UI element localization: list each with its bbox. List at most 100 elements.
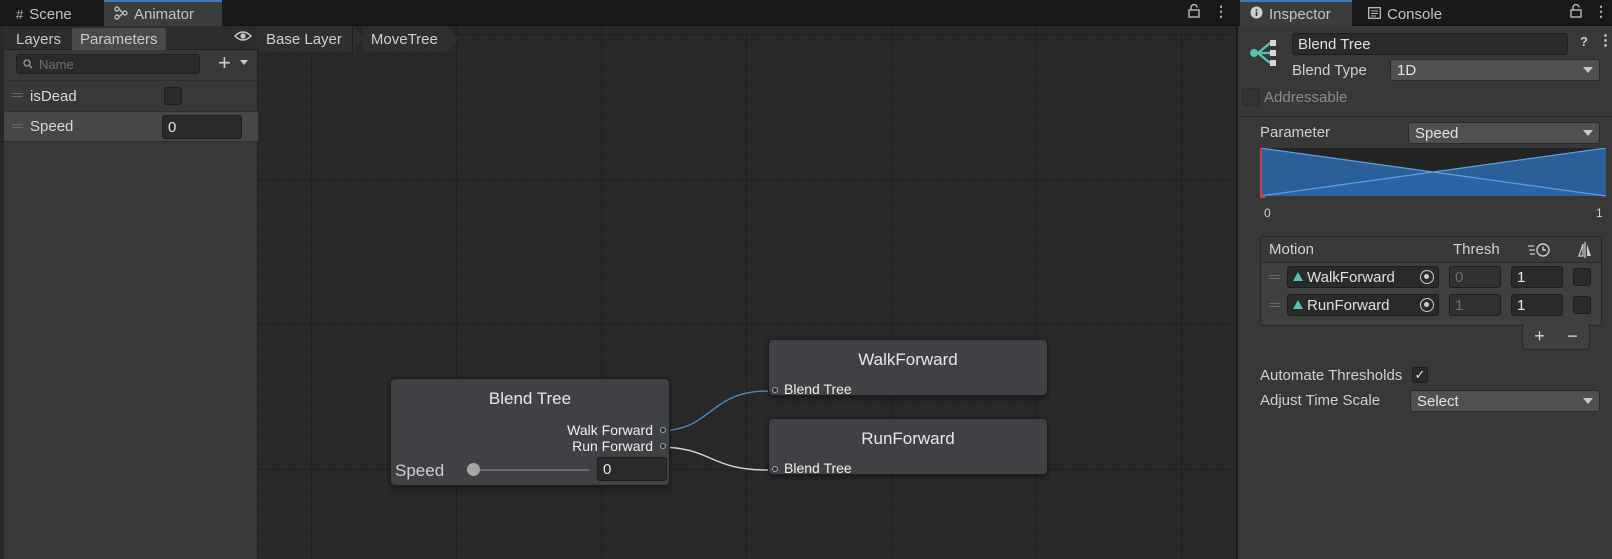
tab-inspector[interactable]: Inspector bbox=[1240, 0, 1352, 26]
runforward-node[interactable]: RunForward Blend Tree bbox=[768, 418, 1048, 476]
time-scale-field[interactable]: 1 bbox=[1511, 266, 1563, 288]
mirror-checkbox[interactable] bbox=[1573, 268, 1591, 286]
drag-handle-icon[interactable] bbox=[12, 93, 23, 97]
motion-list: Motion Thresh WalkForward 0 1 RunForward… bbox=[1260, 236, 1602, 326]
motion-object-field[interactable]: WalkForward bbox=[1287, 266, 1439, 288]
tab-console[interactable]: Console bbox=[1358, 2, 1452, 26]
more-menu-icon[interactable]: ⋮ bbox=[1594, 3, 1608, 20]
tab-animator-label: Animator bbox=[134, 5, 195, 23]
time-scale-field[interactable]: 1 bbox=[1511, 294, 1563, 316]
parameter-dropdown[interactable]: Speed bbox=[1408, 122, 1600, 144]
time-scale-value: 1 bbox=[1517, 268, 1526, 286]
tab-scene[interactable]: # Scene bbox=[6, 2, 82, 26]
parameter-float-field[interactable]: 0 bbox=[162, 115, 242, 139]
blend-type-value: 1D bbox=[1397, 61, 1417, 79]
blend-param-field[interactable]: 0 bbox=[597, 457, 667, 481]
animation-clip-icon bbox=[1292, 269, 1304, 286]
motion-list-header: Motion Thresh bbox=[1261, 237, 1601, 263]
input-port-icon[interactable] bbox=[772, 466, 778, 472]
motion-name: WalkForward bbox=[1307, 268, 1395, 286]
motion-list-footer: + − bbox=[1522, 324, 1590, 350]
blend-tree-icon bbox=[1248, 38, 1282, 72]
range-min-label: 0 bbox=[1264, 206, 1271, 220]
parameters-panel: Layers Parameters Name + isDead Speed 0 bbox=[4, 26, 258, 559]
threshold-value: 0 bbox=[1455, 268, 1464, 286]
motion-column-header: Motion bbox=[1269, 241, 1315, 258]
chevron-down-icon bbox=[1583, 67, 1593, 73]
chevron-down-icon[interactable] bbox=[240, 60, 248, 65]
blend-weight-graph[interactable] bbox=[1260, 148, 1606, 198]
object-picker-icon[interactable] bbox=[1420, 298, 1434, 312]
blend-tree-name: Blend Tree bbox=[1298, 35, 1371, 53]
adjust-time-scale-label: Adjust Time Scale bbox=[1260, 392, 1381, 409]
blend-tree-name-field[interactable]: Blend Tree bbox=[1292, 33, 1568, 55]
tab-layers[interactable]: Layers bbox=[8, 28, 69, 50]
parameter-label: Parameter bbox=[1260, 124, 1331, 141]
animation-clip-icon bbox=[1292, 297, 1304, 314]
help-icon[interactable]: ? bbox=[1580, 34, 1588, 49]
object-picker-icon[interactable] bbox=[1420, 270, 1434, 284]
add-motion-button[interactable]: + bbox=[1534, 326, 1545, 347]
output-port-icon[interactable] bbox=[660, 427, 666, 433]
walkforward-node[interactable]: WalkForward Blend Tree bbox=[768, 339, 1048, 397]
chevron-down-icon bbox=[1583, 130, 1593, 136]
adjust-time-scale-dropdown[interactable]: Select bbox=[1410, 390, 1600, 412]
time-scale-icon bbox=[1527, 242, 1551, 262]
parameter-search-input[interactable]: Name bbox=[16, 54, 200, 74]
tab-parameters[interactable]: Parameters bbox=[72, 28, 166, 50]
automate-thresholds-label: Automate Thresholds bbox=[1260, 367, 1403, 384]
lock-icon[interactable] bbox=[1570, 3, 1582, 21]
settings-menu-icon[interactable]: ⋮ bbox=[1598, 31, 1612, 49]
remove-motion-button[interactable]: − bbox=[1567, 326, 1578, 347]
tab-parameters-label: Parameters bbox=[80, 30, 158, 48]
parameter-name: Speed bbox=[30, 118, 74, 135]
add-parameter-button[interactable]: + bbox=[218, 50, 231, 76]
animator-graph[interactable]: Base Layer MoveTree Blend Tree Walk Forw… bbox=[258, 26, 1236, 559]
inspector-window: Inspector Console ⋮ Blend Tree ? ⋮ Blend… bbox=[1236, 0, 1612, 559]
info-icon bbox=[1250, 6, 1263, 23]
drag-handle-icon[interactable] bbox=[1269, 275, 1280, 279]
blend-param-slider-track[interactable] bbox=[471, 469, 589, 471]
parameter-row-speed[interactable]: Speed 0 bbox=[4, 111, 258, 142]
lock-icon[interactable] bbox=[1188, 3, 1200, 21]
console-icon bbox=[1368, 6, 1381, 23]
drag-handle-icon[interactable] bbox=[12, 124, 23, 128]
blend-type-dropdown[interactable]: 1D bbox=[1390, 59, 1600, 81]
node-title: WalkForward bbox=[858, 350, 958, 369]
blend-type-label: Blend Type bbox=[1292, 62, 1367, 79]
more-menu-icon[interactable]: ⋮ bbox=[1214, 3, 1228, 20]
blend-param-slider-knob[interactable] bbox=[467, 463, 480, 476]
addressable-checkbox[interactable] bbox=[1242, 88, 1260, 106]
thresh-column-header: Thresh bbox=[1453, 241, 1500, 258]
output-port-icon[interactable] bbox=[660, 443, 666, 449]
inspector-tabbar: Inspector Console ⋮ bbox=[1238, 0, 1612, 26]
parameter-row-isdead[interactable]: isDead bbox=[4, 80, 258, 111]
output-walk-forward: Walk Forward bbox=[567, 422, 653, 438]
threshold-value: 1 bbox=[1455, 296, 1464, 314]
automate-thresholds-checkbox[interactable]: ✓ bbox=[1412, 367, 1428, 383]
divider bbox=[1238, 116, 1612, 117]
motion-row[interactable]: WalkForward 0 1 bbox=[1261, 264, 1601, 292]
motion-object-field[interactable]: RunForward bbox=[1287, 294, 1439, 316]
input-port-icon[interactable] bbox=[772, 387, 778, 393]
drag-handle-icon[interactable] bbox=[1269, 303, 1280, 307]
blend-tree-node[interactable]: Blend Tree Walk Forward Run Forward Spee… bbox=[390, 378, 670, 486]
eye-icon[interactable] bbox=[233, 29, 253, 47]
motion-row[interactable]: RunForward 1 1 bbox=[1261, 292, 1601, 320]
tab-console-label: Console bbox=[1387, 5, 1443, 23]
search-placeholder: Name bbox=[39, 56, 74, 72]
motion-name: RunForward bbox=[1307, 296, 1390, 314]
input-label: Blend Tree bbox=[784, 460, 852, 476]
layers-parameters-tabs: Layers Parameters bbox=[4, 26, 258, 50]
threshold-field: 0 bbox=[1449, 266, 1501, 288]
tab-animator[interactable]: Animator bbox=[104, 0, 222, 26]
mirror-checkbox[interactable] bbox=[1573, 296, 1591, 314]
connection-walk bbox=[657, 390, 769, 432]
node-title: RunForward bbox=[861, 429, 955, 448]
addressable-label: Addressable bbox=[1264, 89, 1348, 106]
connection-run bbox=[657, 446, 769, 471]
blend-param-label: Speed bbox=[395, 461, 445, 480]
parameter-bool-checkbox[interactable] bbox=[164, 87, 182, 105]
tab-scene-label: Scene bbox=[29, 5, 72, 23]
tab-inspector-label: Inspector bbox=[1269, 5, 1331, 23]
